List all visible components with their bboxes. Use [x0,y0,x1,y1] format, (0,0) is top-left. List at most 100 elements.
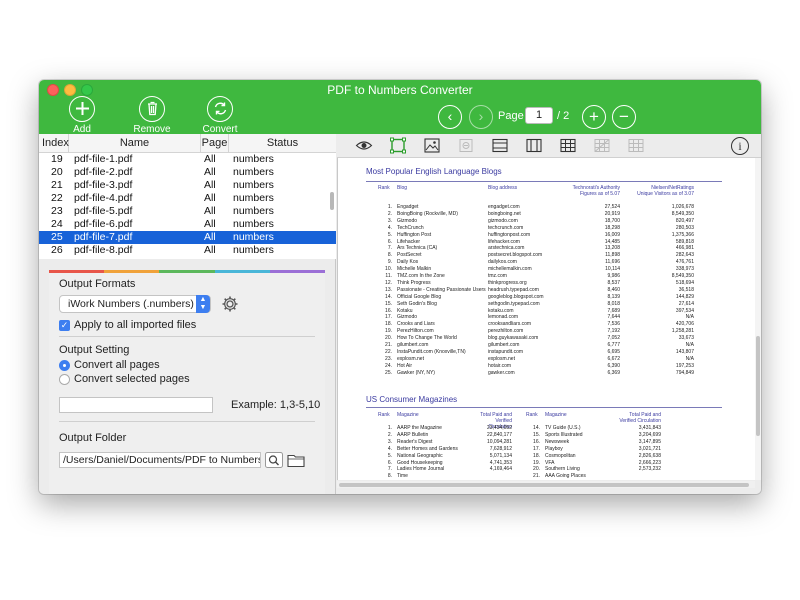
add-row-icon[interactable] [491,137,509,154]
preview-vertical-scrollbar[interactable] [755,158,761,480]
table-row[interactable]: 19 pdf-file-1.pdf All numbers [39,153,336,166]
zoom-out-button[interactable]: − [612,105,636,129]
merge-cells-icon[interactable] [593,137,611,154]
blog-cell: gilumbert.com [397,342,429,348]
blog-cell: Gizmodo [397,314,418,321]
prev-page-button[interactable]: ‹ [438,105,462,129]
gear-icon[interactable] [221,295,239,313]
magazine-cell: 5. [387,452,392,459]
cell-status: numbers [233,179,274,191]
table-header: Magazine [397,412,419,418]
section-rule [366,181,722,182]
blog-cell: 10. [385,266,392,273]
table-row[interactable]: 24 pdf-file-6.pdf All numbers [39,218,336,231]
column-header-status[interactable]: Status [229,134,336,152]
blog-cell: 6,777 [607,342,620,348]
blog-cell: 7,052 [607,335,620,342]
settings-panel: Output Formats iWork Numbers (.numbers) … [49,273,325,494]
open-folder-icon[interactable] [287,452,305,468]
blog-cell: 2. [387,210,392,217]
table-header: Blog address [488,185,518,191]
column-header-name[interactable]: Name [69,134,201,152]
next-page-button[interactable]: › [469,105,493,129]
blog-cell: 8,460 [607,286,620,293]
convert-selected-radio[interactable] [59,374,70,385]
blog-cell: 27,524 [604,204,620,210]
info-icon[interactable]: i [731,137,749,155]
table-row[interactable]: 25 pdf-file-7.pdf All numbers [39,231,336,244]
blog-cell: Think Progress [397,279,431,286]
blog-cell: lifehacker.com [488,238,520,245]
blog-cell: 33,673 [678,335,694,342]
blog-cell: 5. [387,231,392,238]
output-folder-input[interactable]: /Users/Daniel/Documents/PDF to Numbers C… [59,452,261,468]
image-region-icon[interactable] [423,137,441,154]
table-row[interactable]: 20 pdf-file-2.pdf All numbers [39,166,336,179]
magazine-cell: 4,169,464 [489,466,512,473]
file-list-scrollbar[interactable] [330,192,334,210]
blog-cell: 144,829 [675,293,694,300]
blog-cell: 6,672 [607,355,620,362]
preview-horizontal-scrollbar[interactable] [337,481,755,488]
blog-cell: 420,706 [675,321,694,328]
magazine-cell: 5,071,134 [489,452,512,459]
blog-cell: Seth Godin's Blog [397,300,437,307]
remove-button[interactable]: Remove [122,96,182,135]
magazine-cell: 17. [533,445,540,452]
add-button[interactable]: Add [52,96,112,135]
cell-name: pdf-file-8.pdf [74,244,133,256]
table-header: Magazine [545,412,567,418]
search-folder-icon[interactable] [265,452,283,468]
remove-region-icon[interactable] [457,137,475,154]
format-select-value: iWork Numbers (.numbers) [68,298,194,310]
output-formats-title: Output Formats [59,278,136,290]
eye-icon[interactable] [355,137,373,154]
magazine-cell: 23,434,052 [486,425,512,431]
section-title: Most Popular English Language Blogs [366,167,502,176]
table-grid-icon[interactable] [559,137,577,154]
blog-cell: PostSecret [397,252,422,259]
magazine-cell: TV Guide (U.S.) [545,425,581,431]
cell-status: numbers [233,192,274,204]
add-column-icon[interactable] [525,137,543,154]
blog-cell: engadget.com [488,204,520,210]
column-header-page[interactable]: Page [201,134,229,152]
magazine-cell: 4. [387,445,392,452]
blog-cell: thinkprogress.org [488,279,527,286]
blog-cell: 19. [385,328,392,335]
column-header-index[interactable]: Index [39,134,69,152]
format-select[interactable]: iWork Numbers (.numbers) ▲ ▼ [59,295,211,313]
example-label: Example: 1,3-5,10 [231,399,321,411]
blog-cell: N/A [685,342,694,348]
blog-cell: Passionate - Creating Passionate Users [397,286,486,293]
page-range-input[interactable] [59,397,213,413]
trash-icon [139,96,165,122]
blog-cell: 794,849 [675,369,694,376]
blog-cell: Ars Technica (CA) [397,245,438,252]
blog-cell: Official Google Blog [397,293,442,300]
table-row[interactable]: 21 pdf-file-3.pdf All numbers [39,179,336,192]
table-row[interactable]: 26 pdf-file-8.pdf All numbers [39,244,336,257]
output-setting-title: Output Setting [59,344,130,356]
blog-cell: 282,643 [675,252,694,259]
blog-cell: explosm.net [397,355,424,362]
magazine-cell: 3,021,721 [638,445,661,452]
magazine-cell: Cosmopolitan [545,452,576,459]
magazine-cell: 2,573,232 [638,466,661,473]
page-number-input[interactable]: 1 [525,107,553,124]
blog-cell: 8,537 [607,279,620,286]
blog-cell: michellemalkin.com [488,266,532,273]
select-region-icon[interactable] [389,137,407,154]
convert-button[interactable]: Convert [190,96,250,135]
zoom-in-button[interactable]: + [582,105,606,129]
apply-all-checkbox[interactable]: ✓ [59,320,70,331]
blog-cell: 7,689 [607,307,620,314]
convert-all-radio[interactable] [59,360,70,371]
blog-cell: 11. [385,273,392,279]
clear-table-icon[interactable] [627,137,645,154]
table-row[interactable]: 22 pdf-file-4.pdf All numbers [39,192,336,205]
blog-cell: Lifehacker [397,238,421,245]
blog-cell: 23. [385,355,392,362]
magazine-cell: 6. [387,459,392,466]
table-row[interactable]: 23 pdf-file-5.pdf All numbers [39,205,336,218]
